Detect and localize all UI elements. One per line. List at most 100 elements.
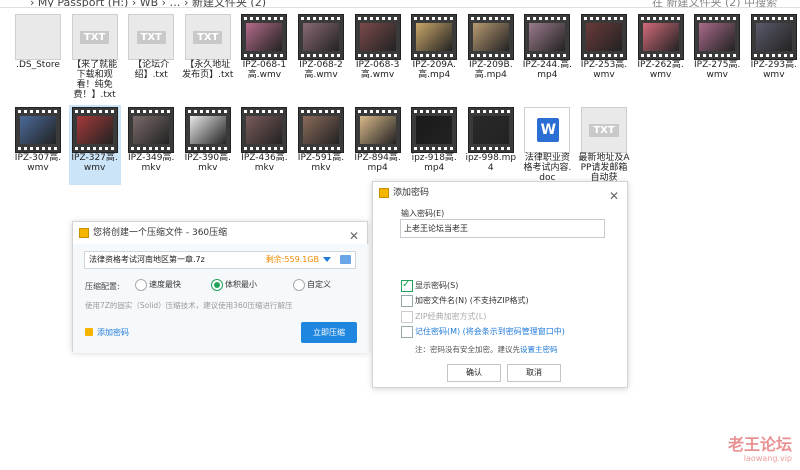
set-master-password-link[interactable]: 设置主密码 (520, 345, 558, 354)
txt-icon: TXT (184, 14, 231, 60)
watermark-site: laowang.vip (743, 454, 792, 463)
video-icon (15, 107, 61, 153)
breadcrumb[interactable]: › My Passport (H:) › WB › … › 新建文件夹 (2) (30, 0, 266, 7)
encrypt-filenames-checkbox[interactable]: 加密文件名(N) (不支持ZIP格式) (401, 295, 529, 307)
file-item[interactable]: IPZ-436高.mkv (238, 105, 290, 185)
chevron-down-icon[interactable] (323, 257, 331, 262)
file-name: .DS_Store (16, 60, 60, 70)
file-item[interactable]: IPZ-307高.wmv (12, 105, 64, 185)
remaining-space: 剩余:559.1GB (265, 255, 319, 264)
file-item[interactable]: IPZ-209A.高.mp4 (408, 12, 460, 92)
file-item[interactable]: IPZ-068-2高.wmv (295, 12, 347, 92)
file-name: IPZ-253高.wmv (580, 60, 628, 80)
remember-password-checkbox[interactable]: 记住密码(M) (将会条示到密码管理窗口中) (401, 326, 565, 338)
file-name: IPZ-262高.wmv (637, 60, 684, 80)
file-name: IPZ-068-1高.wmv (242, 60, 287, 80)
file-item[interactable]: IPZ-253高.wmv (578, 12, 630, 92)
video-icon (467, 14, 514, 60)
file-item[interactable]: IPZ-275高.wmv (691, 12, 743, 92)
password-input[interactable]: 上老王论坛当老王 (400, 219, 605, 238)
file-item[interactable]: TXT 最新地址及APP请发邮箱自动获 (578, 105, 630, 185)
add-password-link[interactable]: 添加密码 (85, 327, 129, 338)
video-thumbnail (133, 116, 170, 144)
file-item[interactable]: TXT 【论坛介绍】.txt (125, 12, 177, 92)
video-thumbnail (189, 116, 226, 144)
file-name: IPZ-349高.mkv (127, 153, 175, 173)
archive-filename: 法律资格考试河南地区第一章.7z (89, 255, 205, 264)
file-name: 【永久地址发布页】.txt (182, 60, 234, 80)
radio-custom[interactable]: 自定义 (293, 279, 331, 291)
file-name: IPZ-275高.wmv (693, 60, 741, 80)
close-icon[interactable]: ✕ (609, 185, 619, 207)
file-item[interactable]: TXT 【永久地址发布页】.txt (182, 12, 234, 92)
compress-now-button[interactable]: 立即压缩 (301, 322, 357, 343)
file-name: IPZ-068-3高.wmv (355, 60, 400, 80)
compress-dialog-titlebar[interactable]: 您将创建一个压缩文件 - 360压缩 ✕ (73, 222, 367, 244)
compress-dialog-title: 您将创建一个压缩文件 - 360压缩 (93, 228, 228, 238)
video-icon (241, 107, 288, 153)
file-name: 法律职业资格考试内容.doc (523, 153, 572, 183)
doc-icon (15, 14, 61, 60)
video-thumbnail (246, 23, 283, 51)
file-item[interactable]: IPZ-390高.mkv (182, 105, 234, 185)
file-name: IPZ-293高.wmv (750, 60, 797, 80)
video-thumbnail (359, 23, 396, 51)
file-item[interactable]: IPZ-068-3高.wmv (352, 12, 404, 92)
txt-icon: TXT (128, 14, 175, 60)
password-label: 输入密码(E) (401, 209, 445, 218)
file-item[interactable]: IPZ-894高.mp4 (352, 105, 404, 185)
video-thumbnail (529, 23, 566, 51)
file-item[interactable]: ipz-998.mp4 (465, 105, 517, 185)
video-thumbnail (642, 23, 679, 51)
360-zip-icon (79, 228, 89, 238)
video-icon (411, 107, 458, 153)
file-item[interactable]: IPZ-293高.wmv (748, 12, 800, 92)
txt-icon: TXT (71, 14, 118, 60)
address-bar[interactable]: › My Passport (H:) › WB › … › 新建文件夹 (2) … (0, 0, 800, 8)
file-item[interactable]: IPZ-244.高.mp4 (521, 12, 573, 92)
show-password-checkbox[interactable]: 显示密码(S) (401, 279, 458, 292)
video-thumbnail (359, 116, 396, 144)
password-dialog-titlebar[interactable]: 添加密码 ✕ (373, 182, 627, 204)
password-dialog-title: 添加密码 (393, 188, 430, 198)
video-icon (354, 107, 401, 153)
video-thumbnail (303, 23, 339, 51)
file-item[interactable]: W 法律职业资格考试内容.doc (521, 105, 573, 185)
folder-icon[interactable] (340, 255, 351, 264)
radio-smallest[interactable]: 体积最小 (211, 279, 257, 291)
compress-dialog: 您将创建一个压缩文件 - 360压缩 ✕ 法律资格考试河南地区第一章.7z 剩余… (72, 221, 369, 353)
file-name: IPZ-436高.mkv (241, 153, 288, 173)
video-icon (411, 14, 458, 60)
file-name: IPZ-209B.高.mp4 (469, 60, 513, 80)
file-item[interactable]: ipz-918高.mp4 (408, 105, 460, 185)
video-icon (524, 14, 571, 60)
radio-fastest[interactable]: 速度最快 (135, 279, 181, 291)
file-item[interactable]: .DS_Store (12, 12, 64, 92)
file-name: 最新地址及APP请发邮箱自动获 (578, 153, 630, 183)
lock-icon (379, 188, 389, 198)
security-note: 注：密码没有安全加密。建议先设置主密码 (415, 344, 558, 355)
video-thumbnail (416, 23, 453, 51)
file-item[interactable]: IPZ-349高.mkv (125, 105, 177, 185)
video-thumbnail (699, 23, 736, 51)
file-item[interactable]: IPZ-209B.高.mp4 (465, 12, 517, 92)
video-icon (354, 14, 401, 60)
note-text: 注：密码没有安全加密。建议先 (415, 345, 520, 354)
file-name: ipz-918高.mp4 (411, 153, 457, 173)
file-name: IPZ-894高.mp4 (354, 153, 401, 173)
file-item[interactable]: IPZ-327高.wmv (68, 105, 121, 185)
ok-button[interactable]: 确认 (447, 364, 501, 382)
txt-icon: TXT (581, 107, 627, 153)
file-item[interactable]: TXT 【来了就能下载和观看！纯免费！】.txt (69, 12, 121, 100)
file-name: IPZ-307高.wmv (14, 153, 62, 173)
search-input[interactable]: 在 新建文件夹 (2) 中搜索 (652, 0, 777, 7)
file-item[interactable]: IPZ-591高.mkv (295, 105, 347, 185)
cancel-button[interactable]: 取消 (507, 364, 561, 382)
video-icon (298, 107, 344, 153)
file-name: IPZ-068-2高.wmv (299, 60, 343, 80)
watermark-title: 老王论坛 (727, 435, 792, 454)
archive-path-field[interactable]: 法律资格考试河南地区第一章.7z 剩余:559.1GB (84, 251, 356, 269)
video-thumbnail (303, 116, 339, 144)
file-item[interactable]: IPZ-262高.wmv (635, 12, 687, 92)
file-item[interactable]: IPZ-068-1高.wmv (238, 12, 290, 92)
